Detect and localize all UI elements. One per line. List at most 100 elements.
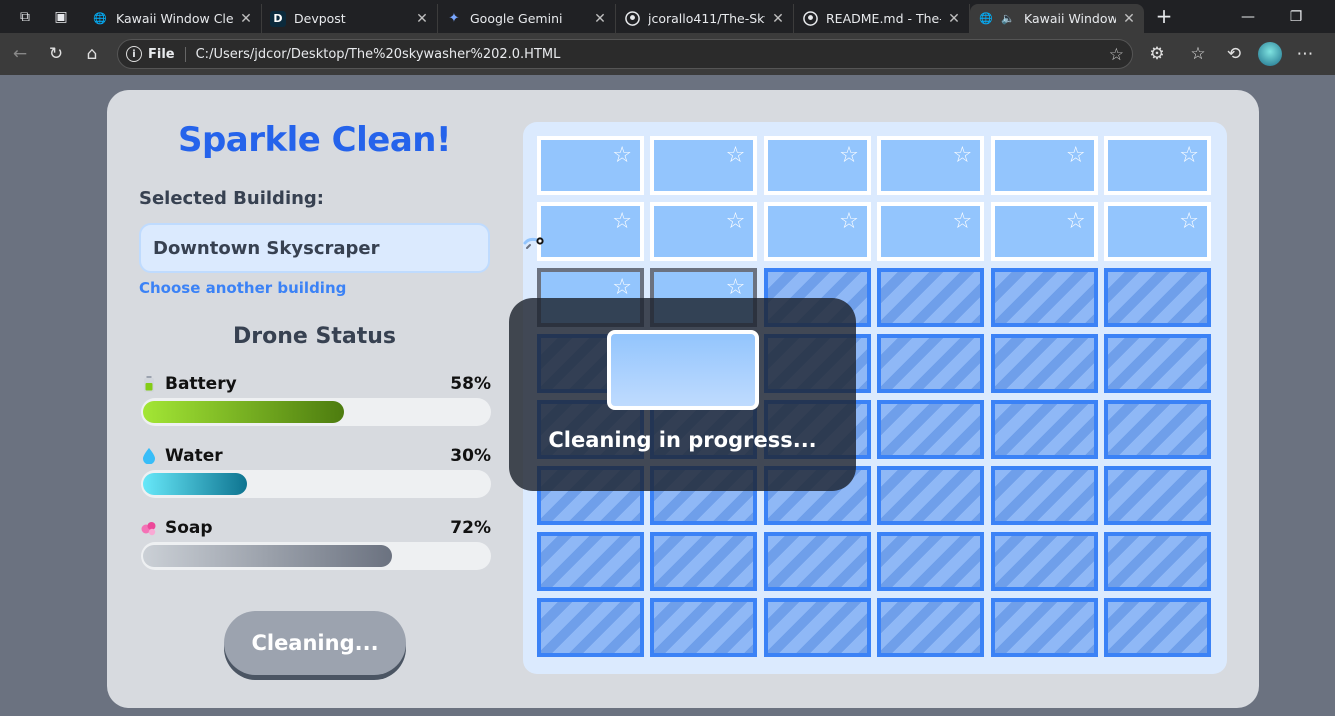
window-tile[interactable] [1104, 334, 1211, 393]
window-tile[interactable] [650, 598, 758, 657]
star-icon: ☆ [725, 275, 746, 300]
minimize-icon[interactable]: — [1238, 0, 1258, 33]
window-tile[interactable] [1104, 268, 1211, 327]
window-tile[interactable]: ☆ [537, 202, 644, 261]
globe-icon: 🌐 [93, 12, 107, 25]
window-tile[interactable] [990, 598, 1098, 657]
star-icon: ☆ [952, 143, 973, 168]
browser-toolbar: ← ↻ ⌂ i File C:/Users/jdcor/Desktop/The%… [0, 33, 1335, 75]
window-tile[interactable]: ☆ [650, 202, 758, 261]
battery-track [141, 398, 491, 426]
window-tile[interactable] [1104, 466, 1211, 525]
star-icon: ☆ [1065, 209, 1086, 234]
water-meter: Water 30% [141, 445, 491, 498]
globe-icon: 🌐 [979, 12, 993, 25]
window-tile[interactable]: ☆ [763, 202, 871, 261]
workspaces-icon[interactable]: ⧉ [14, 0, 36, 33]
cleaning-button[interactable]: Cleaning... [224, 611, 406, 675]
profile-avatar[interactable] [1258, 42, 1282, 66]
gemini-icon: ✦ [448, 11, 460, 26]
window-tile[interactable]: ☆ [537, 136, 644, 195]
window-tile[interactable] [877, 532, 985, 591]
star-icon: ☆ [725, 143, 746, 168]
favorites-icon[interactable]: ☆ [1186, 42, 1210, 66]
window-tile[interactable] [877, 334, 985, 393]
window-tile[interactable]: ☆ [877, 202, 985, 261]
window-tile[interactable] [877, 268, 985, 327]
window-tile[interactable] [537, 532, 644, 591]
choose-building-link[interactable]: Choose another building [139, 279, 346, 297]
history-icon[interactable]: ⟲ [1222, 42, 1246, 66]
battery-meter: Battery 58% [141, 373, 491, 426]
window-tile[interactable]: ☆ [763, 136, 871, 195]
star-icon: ☆ [1179, 143, 1199, 168]
window-tile[interactable] [650, 532, 758, 591]
window-tile[interactable]: ☆ [650, 136, 758, 195]
tab-actions-icon[interactable]: ▣ [50, 0, 72, 33]
browser-tab[interactable]: 🌐 Kawaii Window Clean ✕ [84, 4, 262, 33]
battery-icon [141, 376, 157, 392]
window-tile[interactable] [877, 598, 985, 657]
window-tile[interactable]: ☆ [1104, 202, 1211, 261]
star-icon: ☆ [952, 209, 973, 234]
browser-tab[interactable]: ✦ Google Gemini ✕ [438, 4, 616, 33]
window-tile[interactable] [1104, 598, 1211, 657]
selected-building-field: Downtown Skyscraper [139, 223, 490, 273]
window-tile[interactable] [537, 598, 644, 657]
window-tile[interactable] [763, 598, 871, 657]
cleaning-overlay: Cleaning in progress... [509, 298, 856, 491]
star-icon: ☆ [1179, 209, 1199, 234]
soap-label: Soap [165, 518, 213, 538]
speaker-icon[interactable]: 🔈 [1000, 11, 1016, 27]
battery-label: Battery [165, 374, 237, 394]
url-text: C:/Users/jdcor/Desktop/The%20skywasher%2… [195, 46, 561, 62]
close-icon[interactable]: ✕ [771, 11, 785, 27]
close-icon[interactable]: ✕ [415, 11, 429, 27]
window-tile[interactable]: ☆ [990, 202, 1098, 261]
water-label: Water [165, 446, 223, 466]
close-icon[interactable]: ✕ [593, 11, 607, 27]
close-icon[interactable]: ✕ [947, 11, 961, 27]
close-icon[interactable]: ✕ [1122, 11, 1136, 27]
soap-value: 72% [450, 518, 491, 538]
address-bar[interactable]: i File C:/Users/jdcor/Desktop/The%20skyw… [117, 39, 1133, 69]
water-drop-icon [141, 448, 157, 464]
water-fill [143, 473, 247, 495]
window-tile[interactable] [990, 334, 1098, 393]
back-icon[interactable]: ← [8, 42, 32, 66]
star-icon: ☆ [612, 143, 632, 168]
star-icon: ☆ [839, 143, 859, 168]
window-tile[interactable] [990, 268, 1098, 327]
favorite-star-icon[interactable]: ☆ [1109, 45, 1124, 65]
soap-icon [141, 520, 157, 536]
browser-tab[interactable]: D Devpost ✕ [262, 4, 438, 33]
browser-tab[interactable]: README.md - The-Sk ✕ [794, 4, 970, 33]
more-menu-icon[interactable]: ⋯ [1293, 42, 1317, 66]
window-tile[interactable] [763, 532, 871, 591]
star-icon: ☆ [612, 209, 632, 234]
github-icon [624, 11, 640, 27]
extensions-icon[interactable]: ⚙ [1145, 42, 1169, 66]
window-tile[interactable]: ☆ [877, 136, 985, 195]
home-icon[interactable]: ⌂ [80, 42, 104, 66]
devpost-icon: D [270, 10, 286, 27]
window-tile[interactable]: ☆ [1104, 136, 1211, 195]
window-tile[interactable] [1104, 532, 1211, 591]
info-icon[interactable]: i [126, 46, 142, 62]
window-preview [607, 330, 759, 410]
restore-icon[interactable]: ❐ [1286, 0, 1306, 33]
browser-tab[interactable]: jcorallo411/The-Skyw ✕ [616, 4, 794, 33]
window-tile[interactable] [877, 400, 985, 459]
close-icon[interactable]: ✕ [239, 11, 253, 27]
refresh-icon[interactable]: ↻ [44, 42, 68, 66]
window-tile[interactable] [990, 400, 1098, 459]
app-title: Sparkle Clean! [177, 120, 452, 160]
new-tab-button[interactable]: + [1152, 4, 1176, 28]
window-tile[interactable] [1104, 400, 1211, 459]
window-tile[interactable] [990, 466, 1098, 525]
window-tile[interactable] [877, 466, 985, 525]
browser-tab-active[interactable]: 🌐 🔈 Kawaii Window C ✕ [970, 4, 1144, 33]
window-tile[interactable]: ☆ [990, 136, 1098, 195]
star-icon: ☆ [612, 275, 632, 300]
window-tile[interactable] [990, 532, 1098, 591]
